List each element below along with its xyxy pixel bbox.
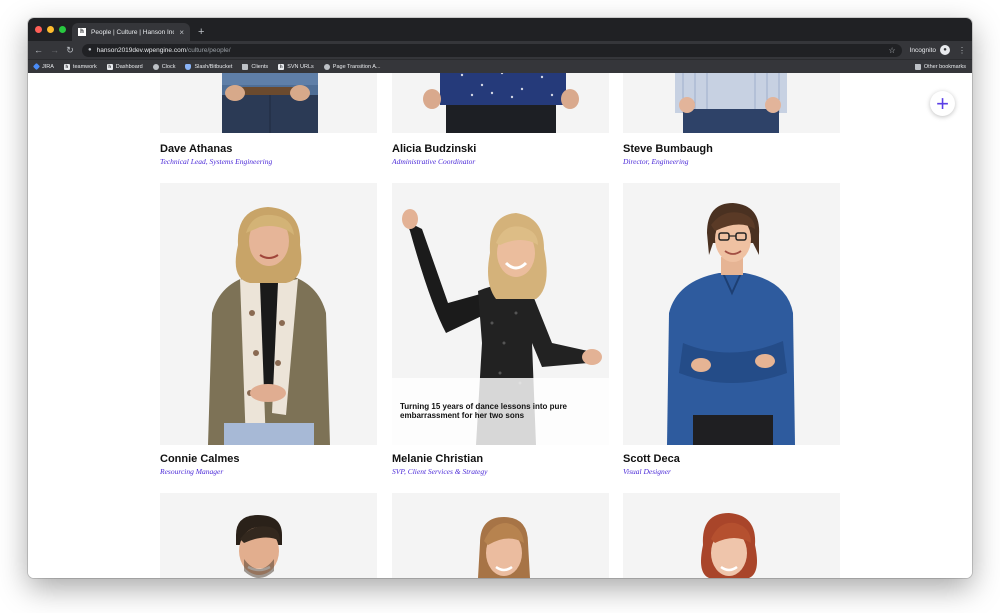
bookmark-svn-urls[interactable]: h SVN URLs <box>278 63 314 70</box>
person-name[interactable]: Dave Athanas <box>160 143 232 155</box>
fun-fact-caption: Turning 15 years of dance lessons into p… <box>392 378 609 445</box>
person-name[interactable]: Alicia Budzinski <box>392 143 476 155</box>
person-name[interactable]: Scott Deca <box>623 453 680 465</box>
url-path: /culture/people/ <box>186 46 231 54</box>
person-role: Director, Engineering <box>623 157 689 166</box>
bookmark-page-transition[interactable]: Page Transition A... <box>323 63 381 70</box>
bookmark-label: Clients <box>251 63 269 70</box>
person-photo-row3-2[interactable] <box>392 493 609 578</box>
h-icon: h <box>63 63 70 70</box>
person-photo-row3-1[interactable] <box>160 493 377 578</box>
folder-icon <box>242 63 249 70</box>
gear-icon <box>323 63 330 70</box>
bookmark-clock[interactable]: Clock <box>152 63 176 70</box>
bookmark-jira[interactable]: JIRA <box>32 62 54 71</box>
person-role: Administrative Coordinator <box>392 157 476 166</box>
shield-icon <box>185 63 192 70</box>
bookmark-label: Other bookmarks <box>923 63 966 70</box>
new-tab-button[interactable]: + <box>198 26 204 38</box>
person-photo-connie-calmes[interactable] <box>160 183 377 445</box>
tab-close-icon[interactable]: × <box>179 28 184 37</box>
person-illustration <box>478 517 530 578</box>
person-name[interactable]: Melanie Christian <box>392 453 483 465</box>
person-illustration <box>667 203 795 445</box>
incognito-label: Incognito <box>909 46 936 54</box>
hanson-favicon-icon: h <box>78 28 86 36</box>
url-text: hanson2019dev.wpengine.com/culture/peopl… <box>97 47 884 54</box>
person-illustration <box>675 73 787 133</box>
folder-icon <box>914 63 921 70</box>
forward-icon[interactable]: → <box>50 45 59 55</box>
person-photo-melanie-christian[interactable]: Turning 15 years of dance lessons into p… <box>392 183 609 445</box>
bookmark-star-icon[interactable]: ☆ <box>888 46 895 55</box>
h-icon: h <box>278 63 285 70</box>
page-viewport: Dave Athanas Technical Lead, Systems Eng… <box>28 73 972 578</box>
incognito-icon: ● <box>940 45 950 55</box>
browser-toolbar: ← → ↻ ● hanson2019dev.wpengine.com/cultu… <box>28 41 972 59</box>
bookmark-clients[interactable]: Clients <box>242 63 269 70</box>
clock-icon <box>152 63 159 70</box>
person-illustration <box>208 207 330 445</box>
browser-window: h People | Culture | Hanson Inc. × + ← →… <box>28 18 972 578</box>
person-role: Resourcing Manager <box>160 467 224 476</box>
person-role: SVP, Client Services & Strategy <box>392 467 488 476</box>
person-photo-row3-3[interactable] <box>623 493 840 578</box>
bookmark-label: Page Transition A... <box>332 63 381 70</box>
minimize-window-button[interactable] <box>47 26 54 33</box>
close-window-button[interactable] <box>35 26 42 33</box>
person-photo-dave-athanas[interactable] <box>160 73 377 133</box>
url-host: hanson2019dev.wpengine.com <box>96 46 187 54</box>
address-bar[interactable]: ● hanson2019dev.wpengine.com/culture/peo… <box>82 43 902 57</box>
bookmark-label: JIRA <box>42 63 54 70</box>
person-photo-scott-deca[interactable] <box>623 183 840 445</box>
bookmark-label: teamwork <box>72 63 97 70</box>
bookmark-label: SVN URLs <box>287 63 314 70</box>
window-controls <box>35 26 66 33</box>
h-icon: h <box>106 63 113 70</box>
person-role: Technical Lead, Systems Engineering <box>160 157 273 166</box>
person-illustration <box>236 515 282 578</box>
plus-icon[interactable]: + <box>930 91 955 116</box>
reload-icon[interactable]: ↻ <box>66 45 74 56</box>
person-name[interactable]: Connie Calmes <box>160 453 239 465</box>
tab-title: People | Culture | Hanson Inc. <box>91 28 175 36</box>
bookmark-label: Slash/Bitbucket <box>194 63 233 70</box>
person-photo-alicia-budzinski[interactable] <box>392 73 609 133</box>
back-icon[interactable]: ← <box>34 45 43 55</box>
bookmarks-bar: JIRA h teamwork h Dashboard Clock Slash/Bi… <box>28 59 972 73</box>
person-role: Visual Designer <box>623 467 671 476</box>
person-illustration <box>423 73 579 133</box>
lock-icon: ● <box>88 47 92 53</box>
person-photo-steve-bumbaugh[interactable] <box>623 73 840 133</box>
other-bookmarks[interactable]: Other bookmarks <box>914 63 966 70</box>
incognito-indicator[interactable]: Incognito ● <box>910 45 950 55</box>
tab-bar: h People | Culture | Hanson Inc. × + <box>28 18 972 41</box>
browser-menu-icon[interactable]: ⋮ <box>958 46 966 55</box>
jira-icon <box>32 62 41 71</box>
bookmark-label: Dashboard <box>115 63 143 70</box>
bookmark-dashboard[interactable]: h Dashboard <box>106 63 143 70</box>
person-illustration <box>701 513 757 578</box>
person-name[interactable]: Steve Bumbaugh <box>623 143 713 155</box>
bookmark-slash-bitbucket[interactable]: Slash/Bitbucket <box>185 63 233 70</box>
bookmark-teamwork[interactable]: h teamwork <box>63 63 97 70</box>
active-tab[interactable]: h People | Culture | Hanson Inc. × <box>72 23 190 41</box>
maximize-window-button[interactable] <box>59 26 66 33</box>
person-illustration <box>222 73 318 133</box>
bookmark-label: Clock <box>161 63 176 70</box>
